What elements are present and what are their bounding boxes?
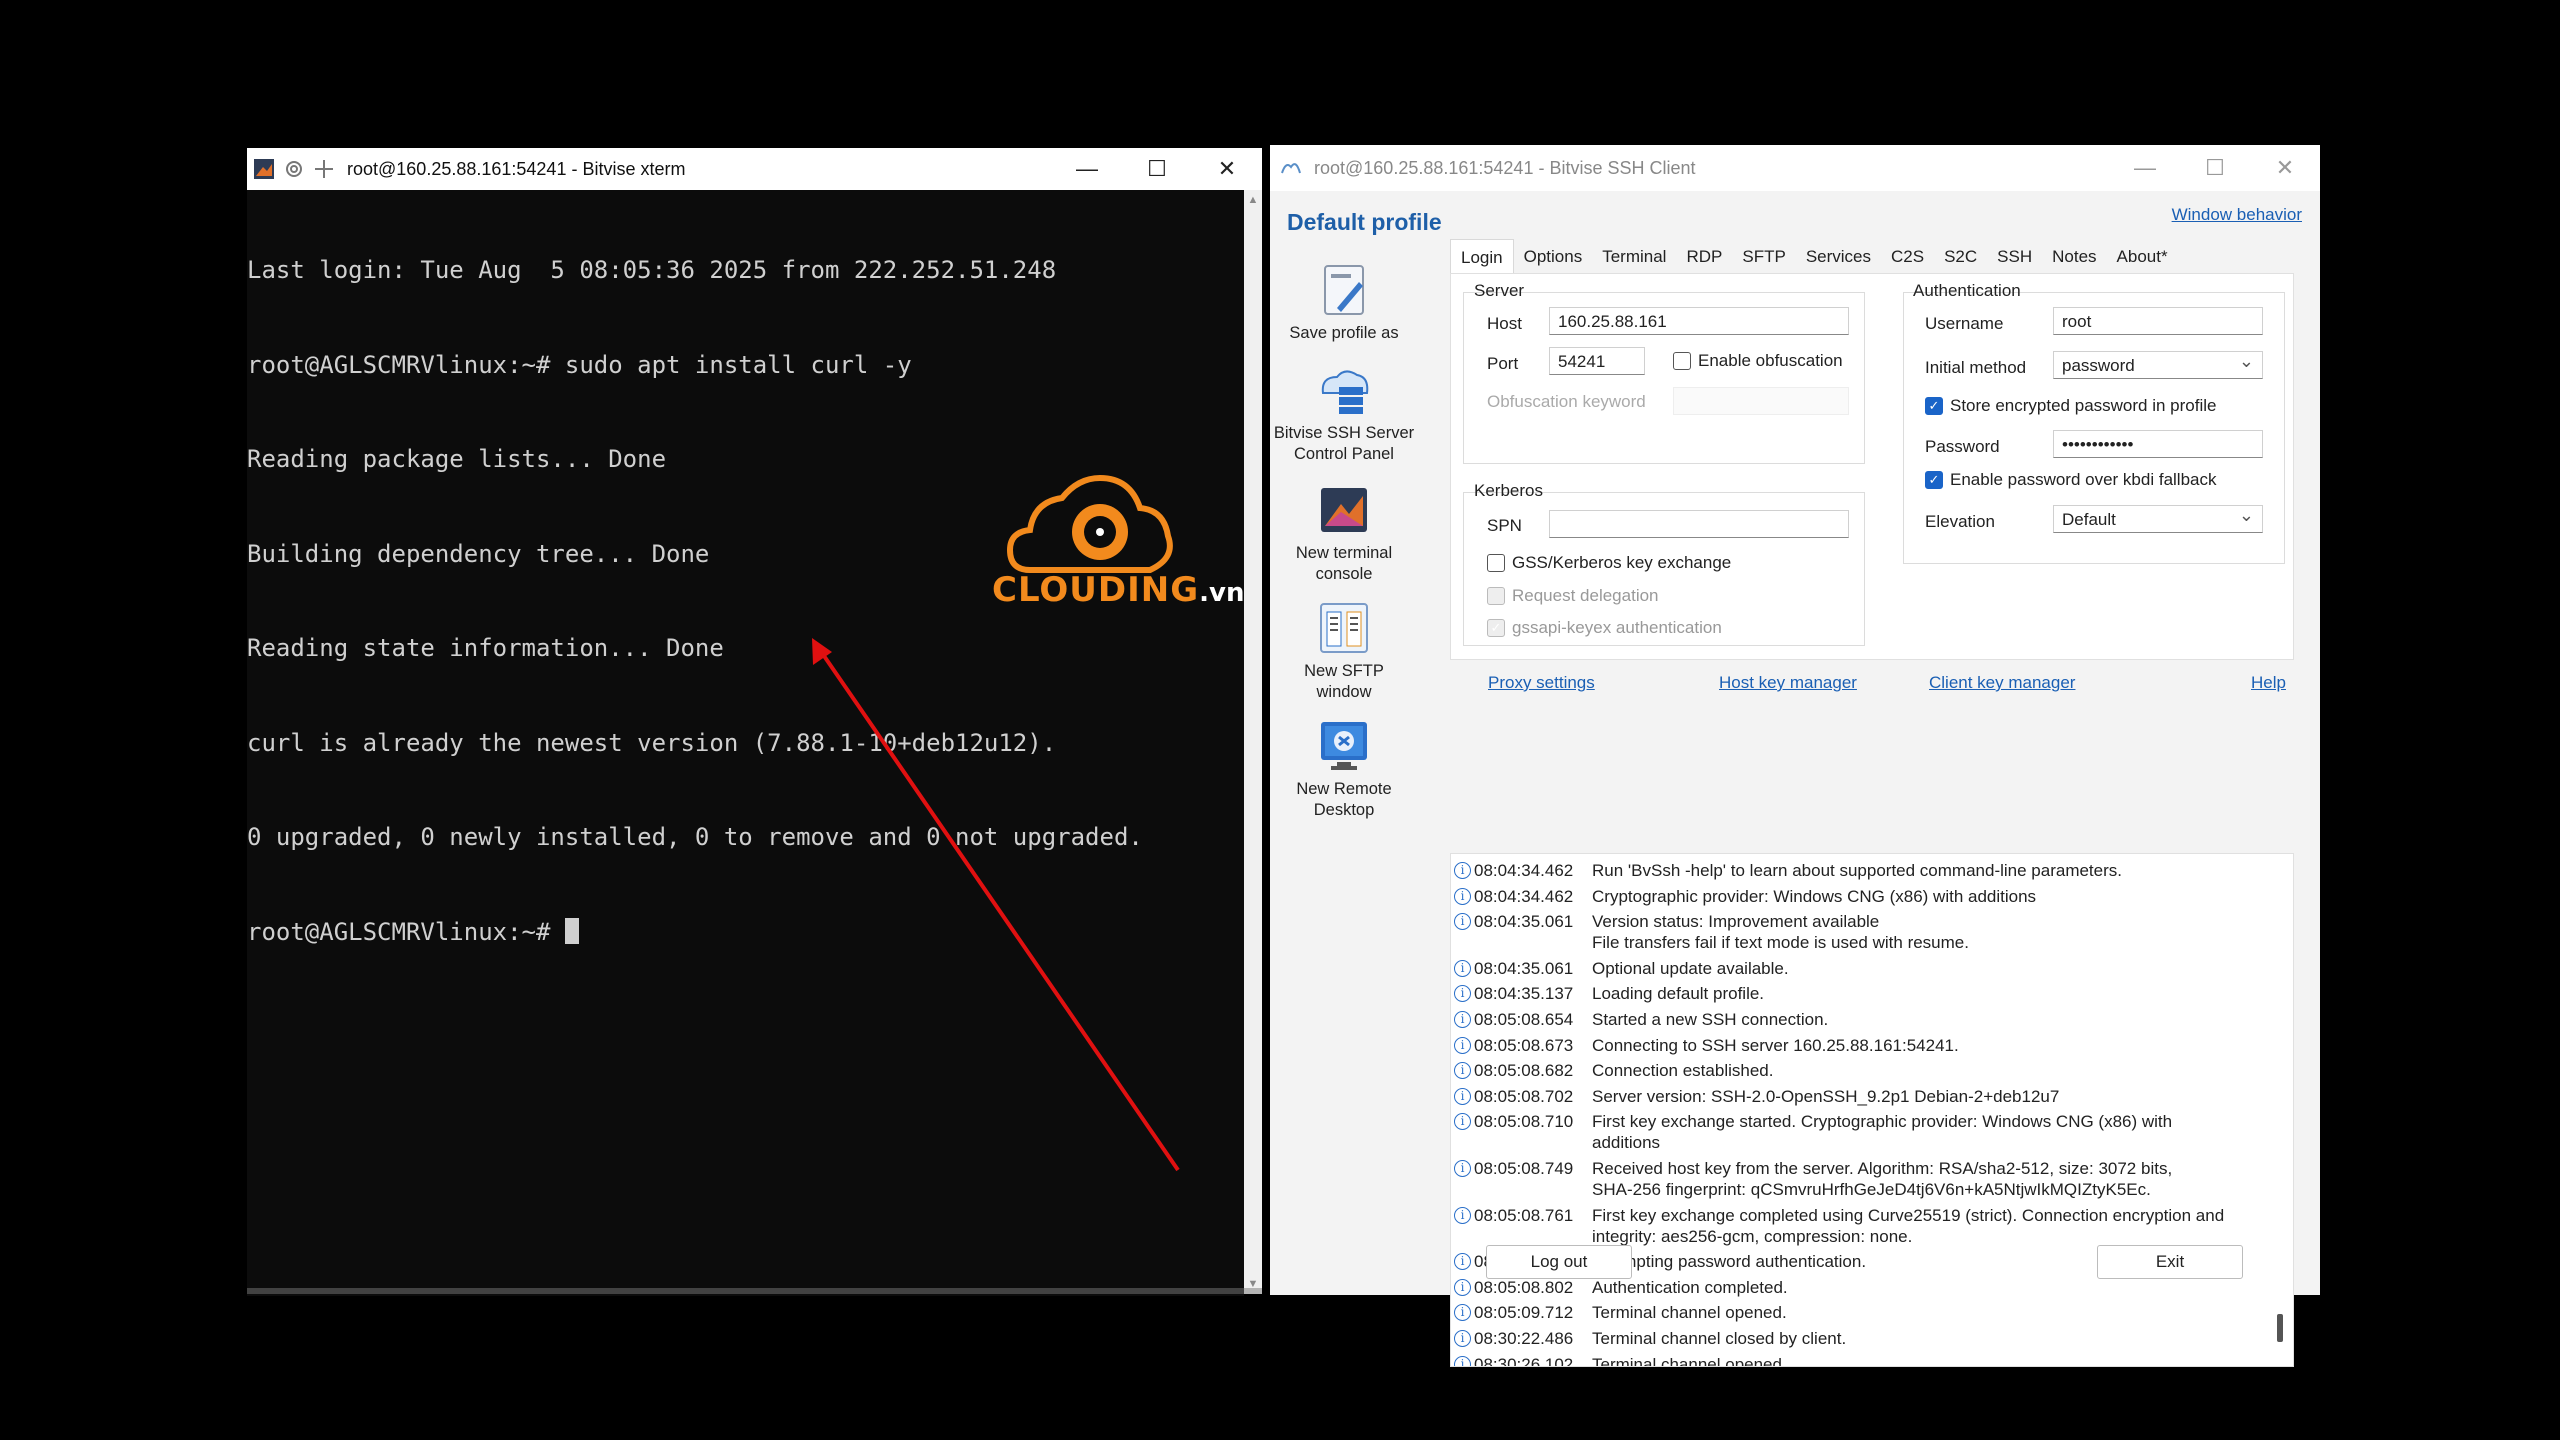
annotation-arrow [812,638,1180,1172]
arrow-shaft [820,651,1180,1172]
